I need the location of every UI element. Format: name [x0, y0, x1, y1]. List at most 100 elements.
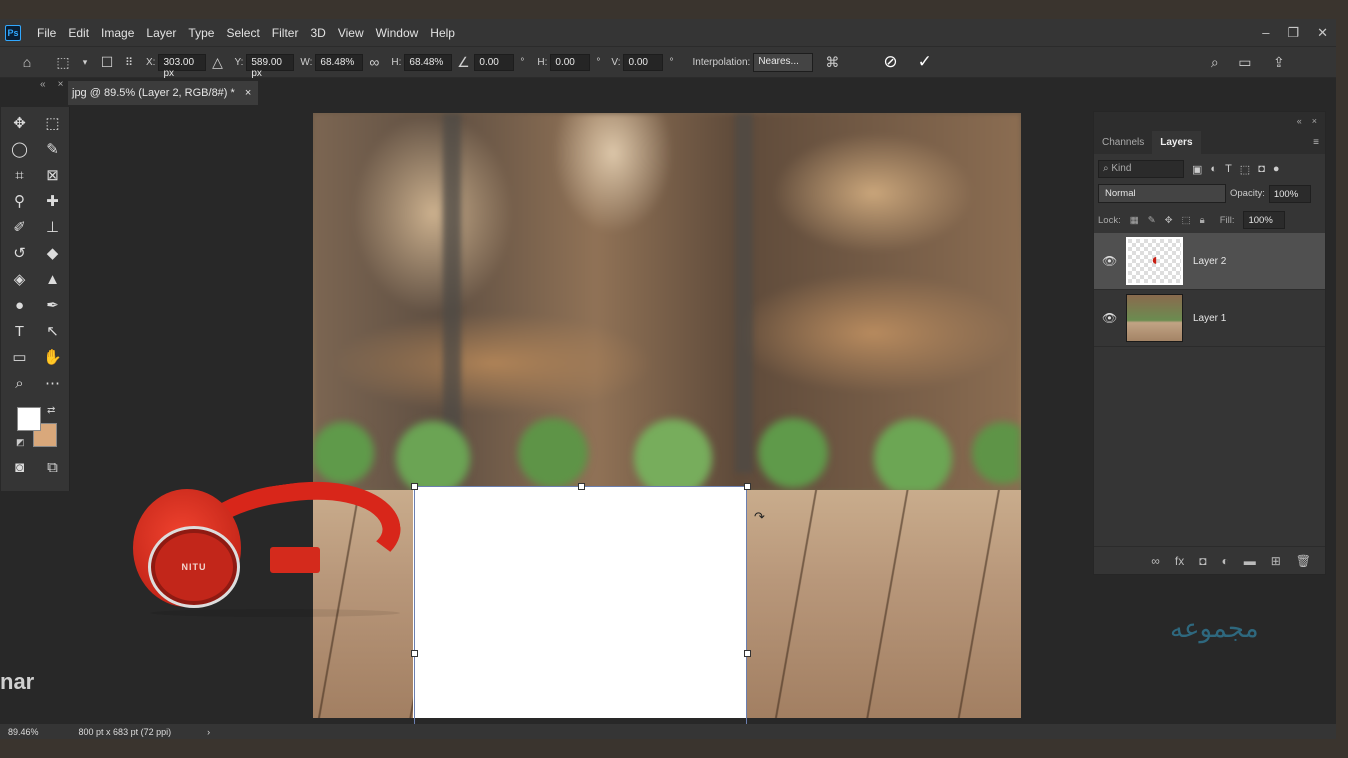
delete-layer-icon[interactable]: 🗑︎: [1296, 554, 1311, 568]
visibility-eye-icon[interactable]: 👁︎: [1102, 254, 1117, 268]
menu-image[interactable]: Image: [95, 26, 140, 40]
share-icon[interactable]: ⇪: [1268, 51, 1290, 73]
pixel-filter-icon[interactable]: ▣: [1192, 163, 1202, 176]
rectangle-tool-icon[interactable]: ▭: [3, 345, 36, 369]
tab-channels[interactable]: Channels: [1094, 131, 1152, 154]
stamp-tool-icon[interactable]: ⊥: [36, 215, 69, 239]
tab-layers[interactable]: Layers: [1152, 131, 1201, 154]
sharpen-tool-icon[interactable]: ▲: [36, 267, 69, 291]
more-tools-icon[interactable]: ⋯: [36, 371, 69, 395]
transform-handle-right[interactable]: [744, 650, 751, 657]
width-field[interactable]: 68.48%: [315, 53, 364, 71]
dodge-tool-icon[interactable]: ●: [3, 293, 36, 317]
eyedropper-tool-icon[interactable]: ⚲: [3, 189, 36, 213]
menu-select[interactable]: Select: [220, 26, 265, 40]
swap-colors-icon[interactable]: ⇄: [47, 405, 55, 416]
blend-mode-select[interactable]: Normal: [1098, 184, 1226, 203]
collapse-icon[interactable]: «: [40, 79, 46, 90]
crop-tool-icon[interactable]: ⌗: [3, 163, 36, 187]
menu-window[interactable]: Window: [370, 26, 425, 40]
layer-row[interactable]: 👁︎ ◖ Layer 2: [1094, 233, 1325, 290]
brush-tool-icon[interactable]: ✐: [3, 215, 36, 239]
quick-select-tool-icon[interactable]: ✎: [36, 137, 69, 161]
zoom-level[interactable]: 89.46%: [8, 727, 39, 737]
lock-artboard-icon[interactable]: ⬚: [1182, 215, 1191, 226]
menu-view[interactable]: View: [332, 26, 370, 40]
restore-button[interactable]: ❐: [1287, 25, 1299, 41]
lock-all-icon[interactable]: 🔒︎: [1200, 215, 1205, 226]
add-mask-icon[interactable]: ◘: [1199, 554, 1206, 568]
lock-transparency-icon[interactable]: ▦: [1130, 215, 1139, 226]
link-layers-icon[interactable]: ∞: [1151, 554, 1160, 568]
lock-pixels-icon[interactable]: ✎: [1148, 215, 1156, 226]
link-icon[interactable]: ∞: [363, 51, 385, 73]
vskew-field[interactable]: 0.00: [623, 53, 664, 71]
menu-type[interactable]: Type: [182, 26, 220, 40]
visibility-eye-icon[interactable]: 👁︎: [1102, 311, 1117, 325]
height-field[interactable]: 68.48%: [404, 53, 453, 71]
shape-filter-icon[interactable]: ⬚: [1240, 163, 1250, 176]
history-brush-icon[interactable]: ↺: [3, 241, 36, 265]
reference-point-icon[interactable]: ⠿: [118, 51, 140, 73]
transform-handle-top-right[interactable]: [744, 483, 751, 490]
foreground-color-swatch[interactable]: [17, 407, 41, 431]
document-tab[interactable]: jpg @ 89.5% (Layer 2, RGB/8#) * ×: [68, 81, 258, 105]
warp-icon[interactable]: ⌘: [821, 51, 843, 73]
hskew-field[interactable]: 0.00: [550, 53, 591, 71]
path-select-tool-icon[interactable]: ↖: [36, 319, 69, 343]
layer-name[interactable]: Layer 2: [1193, 256, 1226, 267]
pen-tool-icon[interactable]: ✒: [36, 293, 69, 317]
hand-tool-icon[interactable]: ✋: [36, 345, 69, 369]
commit-transform-icon[interactable]: ✓: [918, 52, 932, 72]
transform-handle-top[interactable]: [578, 483, 585, 490]
close-tab-icon[interactable]: ×: [245, 87, 251, 99]
zoom-tool-icon[interactable]: ⌕: [3, 371, 36, 395]
search-icon[interactable]: ⌕: [1204, 51, 1226, 73]
adjustment-layer-icon[interactable]: ◐: [1221, 554, 1228, 568]
opacity-field[interactable]: 100%: [1268, 184, 1311, 203]
type-tool-icon[interactable]: T: [3, 319, 36, 343]
new-group-icon[interactable]: ▬: [1244, 554, 1256, 568]
menu-3d[interactable]: 3D: [304, 26, 331, 40]
y-field[interactable]: 589.00 px: [246, 53, 295, 79]
transform-handle-top-left[interactable]: [411, 483, 418, 490]
fill-field[interactable]: 100%: [1243, 211, 1286, 229]
lasso-tool-icon[interactable]: ◯: [3, 137, 36, 161]
transform-mode-icon[interactable]: ⬚: [52, 51, 74, 73]
layer-name[interactable]: Layer 1: [1193, 313, 1226, 324]
lock-position-icon[interactable]: ✥: [1165, 215, 1173, 226]
menu-help[interactable]: Help: [424, 26, 461, 40]
workspace-icon[interactable]: ▭: [1234, 51, 1256, 73]
menu-layer[interactable]: Layer: [140, 26, 182, 40]
quick-mask-icon[interactable]: ◙: [3, 455, 36, 479]
close-icon[interactable]: ×: [1312, 116, 1317, 126]
collapse-icon[interactable]: «: [1297, 116, 1302, 126]
eraser-tool-icon[interactable]: ◆: [36, 241, 69, 265]
kind-filter-select[interactable]: ⌕ Kind: [1098, 160, 1184, 178]
default-colors-icon[interactable]: ◩: [16, 437, 25, 448]
move-tool-icon[interactable]: ✥: [3, 111, 36, 135]
healing-brush-icon[interactable]: ✚: [36, 189, 69, 213]
chevron-down-icon[interactable]: ▾: [74, 51, 96, 73]
minimize-button[interactable]: –: [1262, 25, 1269, 40]
type-filter-icon[interactable]: T: [1225, 163, 1232, 175]
adjustment-filter-icon[interactable]: ◐: [1210, 163, 1217, 175]
bucket-tool-icon[interactable]: ◈: [3, 267, 36, 291]
menu-filter[interactable]: Filter: [266, 26, 305, 40]
menu-edit[interactable]: Edit: [62, 26, 95, 40]
layer-row[interactable]: 👁︎ Layer 1: [1094, 290, 1325, 347]
angle-field[interactable]: 0.00: [474, 53, 515, 71]
new-layer-icon[interactable]: ⊞: [1271, 554, 1281, 568]
close-button[interactable]: ✕: [1317, 25, 1328, 41]
x-field[interactable]: 303.00 px: [158, 53, 207, 79]
transform-handle-left[interactable]: [411, 650, 418, 657]
checkbox-icon[interactable]: ☐: [96, 51, 118, 73]
screen-mode-icon[interactable]: ⧉: [36, 455, 69, 479]
frame-tool-icon[interactable]: ⊠: [36, 163, 69, 187]
filter-toggle-icon[interactable]: ●: [1273, 163, 1280, 175]
cancel-transform-icon[interactable]: ⊘: [883, 52, 897, 72]
interpolation-select[interactable]: Neares...: [753, 52, 814, 72]
status-arrow-icon[interactable]: ›: [207, 727, 210, 737]
transform-bounding-box[interactable]: [414, 486, 747, 739]
photoshop-logo-icon[interactable]: Ps: [5, 24, 21, 41]
